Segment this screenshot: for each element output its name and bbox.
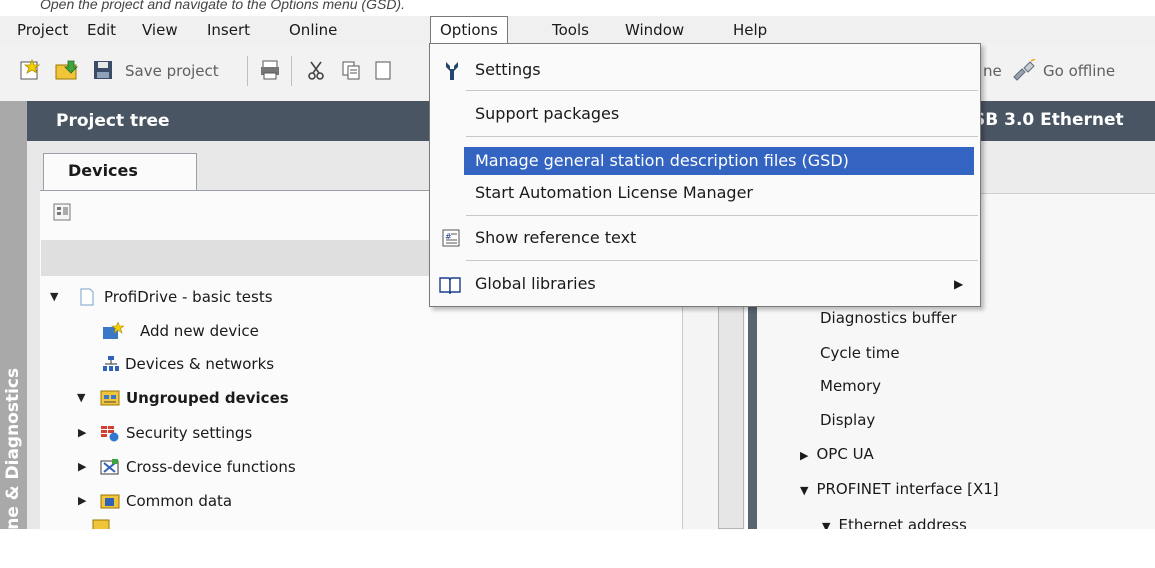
menu-item-label: Manage general station description files… bbox=[475, 151, 849, 170]
menu-item-global-libraries[interactable]: Global libraries ▶ bbox=[430, 270, 980, 298]
go-online-button[interactable]: ne bbox=[983, 62, 1002, 80]
save-project-button[interactable]: Save project bbox=[125, 62, 219, 80]
menu-separator bbox=[466, 260, 978, 261]
menu-item-manage-gsd[interactable]: Manage general station description files… bbox=[464, 147, 974, 175]
expand-right-icon[interactable]: ▶ bbox=[800, 449, 808, 462]
tree-item-label: ProfiDrive - basic tests bbox=[104, 288, 273, 306]
tree-item-common-data[interactable]: ▶ Common data bbox=[40, 485, 680, 517]
tree-item-partial bbox=[92, 515, 292, 529]
tree-item-label: Ungrouped devices bbox=[126, 389, 289, 407]
folder-icon bbox=[92, 519, 110, 529]
expand-right-icon[interactable]: ▶ bbox=[78, 417, 86, 449]
nav-ethernet-address[interactable]: ▼ Ethernet address bbox=[822, 508, 967, 529]
add-device-icon bbox=[102, 322, 124, 340]
tree-item-label: Devices & networks bbox=[125, 355, 275, 373]
tab-devices[interactable]: Devices bbox=[43, 153, 197, 191]
menu-item-label: Show reference text bbox=[475, 228, 637, 247]
menu-item-label: Global libraries bbox=[475, 274, 596, 293]
menu-edit[interactable]: Edit bbox=[87, 16, 116, 44]
tree-item-security-settings[interactable]: ▶ Security settings bbox=[40, 417, 680, 449]
expand-down-icon[interactable]: ▼ bbox=[822, 520, 830, 529]
security-settings-icon bbox=[100, 424, 120, 442]
nav-display[interactable]: Display bbox=[820, 404, 875, 436]
expand-right-icon[interactable]: ▶ bbox=[78, 485, 86, 517]
cut-icon[interactable] bbox=[305, 59, 327, 81]
menu-separator bbox=[466, 90, 978, 91]
menu-item-show-reference-text[interactable]: # Show reference text bbox=[430, 224, 980, 252]
expand-right-icon[interactable]: ▶ bbox=[78, 451, 86, 483]
tree-overview-icon[interactable] bbox=[52, 202, 72, 222]
print-icon[interactable] bbox=[259, 59, 281, 81]
menu-item-license-manager[interactable]: Start Automation License Manager bbox=[430, 179, 980, 207]
expand-down-icon[interactable]: ▼ bbox=[50, 281, 58, 313]
menu-options[interactable]: Options bbox=[430, 16, 508, 44]
reference-text-icon: # bbox=[442, 229, 460, 247]
device-properties-toolbar bbox=[980, 141, 1155, 194]
common-data-icon bbox=[100, 492, 120, 510]
tab-devices-label: Devices bbox=[68, 161, 138, 180]
new-project-icon[interactable] bbox=[18, 58, 42, 82]
online-diagnostics-label: Online & Diagnostics bbox=[3, 367, 23, 568]
tree-item-ungrouped-devices[interactable]: ▼ Ungrouped devices bbox=[40, 382, 680, 414]
save-icon[interactable] bbox=[92, 59, 114, 81]
expand-down-icon[interactable]: ▼ bbox=[77, 382, 85, 414]
project-tree-title: Project tree bbox=[56, 111, 170, 131]
settings-icon bbox=[444, 61, 460, 81]
menu-item-support-packages[interactable]: Support packages bbox=[430, 100, 980, 128]
paste-icon[interactable] bbox=[373, 59, 395, 81]
menu-item-label: Settings bbox=[475, 60, 541, 79]
submenu-arrow-icon: ▶ bbox=[954, 277, 964, 291]
menu-insert[interactable]: Insert bbox=[207, 16, 250, 44]
tree-item-label: Common data bbox=[126, 492, 233, 510]
library-book-icon bbox=[439, 276, 461, 294]
menu-online[interactable]: Online bbox=[289, 16, 337, 44]
expand-down-icon[interactable]: ▼ bbox=[800, 484, 808, 497]
menu-item-label: Start Automation License Manager bbox=[475, 183, 753, 202]
menu-separator bbox=[466, 215, 978, 216]
nav-label: OPC UA bbox=[816, 445, 874, 463]
menu-item-label: Support packages bbox=[475, 104, 620, 123]
menu-separator bbox=[466, 136, 978, 137]
tree-item-label: Add new device bbox=[140, 322, 259, 340]
options-dropdown-menu: Settings Support packages Manage general… bbox=[429, 43, 981, 307]
nav-opc-ua[interactable]: ▶ OPC UA bbox=[800, 438, 874, 470]
ungrouped-devices-icon bbox=[100, 389, 120, 407]
tree-item-label: Security settings bbox=[126, 424, 253, 442]
go-offline-button[interactable]: Go offline bbox=[1043, 62, 1115, 80]
copy-icon[interactable] bbox=[340, 59, 362, 81]
go-offline-icon[interactable] bbox=[1011, 59, 1037, 81]
tree-item-cross-device-functions[interactable]: ▶ Cross-device functions bbox=[40, 451, 680, 483]
tree-item-devices-networks[interactable]: Devices & networks bbox=[40, 348, 680, 380]
toolbar-separator bbox=[247, 56, 248, 86]
toolbar-separator bbox=[291, 56, 292, 86]
tree-item-label: Cross-device functions bbox=[126, 458, 296, 476]
nav-cycle-time[interactable]: Cycle time bbox=[820, 337, 900, 369]
nav-profinet-interface[interactable]: ▼ PROFINET interface [X1] bbox=[800, 473, 999, 505]
menu-project[interactable]: Project bbox=[17, 16, 68, 44]
network-icon bbox=[102, 355, 120, 373]
tree-scrollbar-thumb[interactable] bbox=[718, 306, 744, 529]
menu-bar: Project Edit View Insert Online Options … bbox=[0, 16, 1155, 44]
cross-device-icon bbox=[100, 458, 120, 476]
menu-view[interactable]: View bbox=[142, 16, 178, 44]
menu-tools[interactable]: Tools bbox=[552, 16, 589, 44]
caption-text: Open the project and navigate to the Opt… bbox=[40, 0, 405, 12]
menu-item-settings[interactable]: Settings bbox=[430, 56, 980, 84]
nav-memory[interactable]: Memory bbox=[820, 370, 881, 402]
menu-window[interactable]: Window bbox=[625, 16, 684, 44]
device-view-title: SB 3.0 Ethernet bbox=[973, 110, 1124, 130]
tree-item-add-new-device[interactable]: Add new device bbox=[40, 315, 680, 347]
nav-label: Ethernet address bbox=[838, 516, 967, 529]
project-icon bbox=[78, 288, 96, 306]
menu-help[interactable]: Help bbox=[733, 16, 767, 44]
online-diagnostics-strip[interactable]: Online & Diagnostics bbox=[0, 101, 27, 568]
open-project-icon[interactable] bbox=[54, 58, 80, 82]
nav-label: PROFINET interface [X1] bbox=[816, 480, 999, 498]
